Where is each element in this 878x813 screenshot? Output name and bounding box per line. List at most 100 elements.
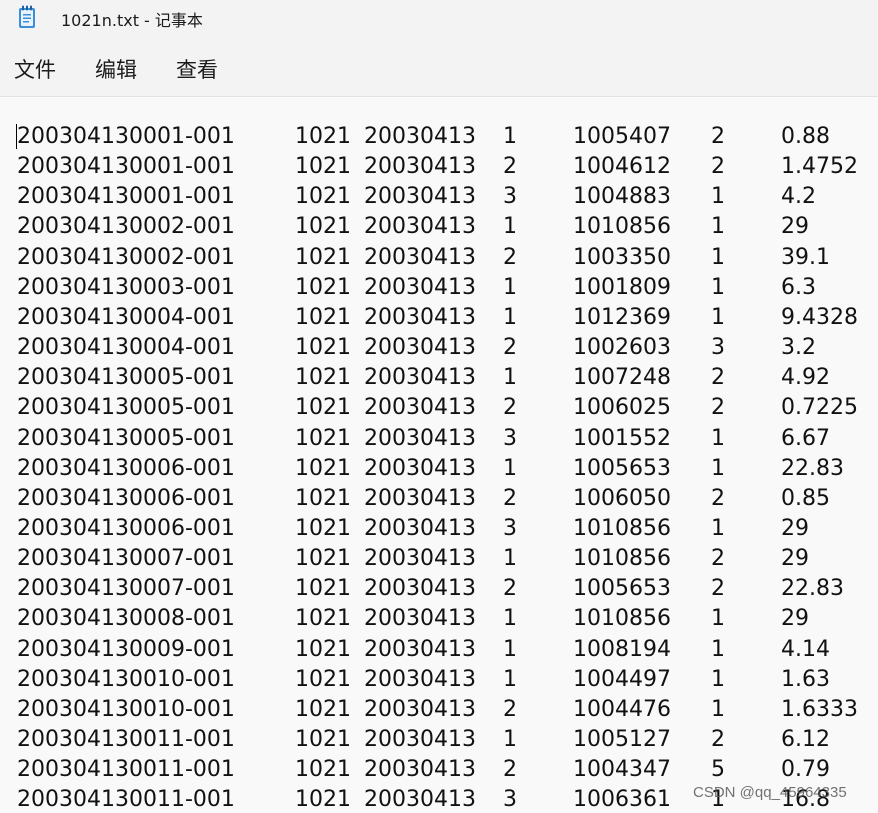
text-line: 200304130005-001 1021 20030413 1 1007248 2 4.9… — [0, 363, 878, 393]
text-field: 1010856 — [573, 606, 671, 632]
text-field: 200304130002-001 — [17, 244, 235, 270]
text-field: 3 — [503, 515, 517, 541]
text-field: 1 — [503, 455, 517, 481]
text-line: 200304130001-001 1021 20030413 2 1004612 2 1.4… — [0, 152, 878, 182]
text-field: 20030413 — [364, 787, 476, 813]
text-field: 20030413 — [364, 666, 476, 692]
text-field: 1021 — [295, 696, 351, 722]
text-field: 200304130002-001 — [17, 214, 235, 240]
text-field: 1 — [503, 214, 517, 240]
text-field: 1007248 — [573, 365, 671, 391]
text-field: 29 — [781, 546, 809, 572]
text-field: 1021 — [295, 124, 351, 149]
text-line: 200304130006-001 1021 20030413 2 1006050 2 0.8… — [0, 484, 878, 514]
text-field: 22.83 — [781, 455, 844, 481]
text-field: 1021 — [295, 304, 351, 330]
watermark: CSDN @qq_45964335 — [693, 784, 847, 801]
text-field: 20030413 — [364, 696, 476, 722]
text-field: 2 — [711, 727, 725, 752]
text-field: 3 — [711, 335, 725, 361]
text-field: 39.1 — [781, 244, 830, 270]
text-field: 1 — [711, 184, 725, 210]
text-field: 1012369 — [573, 304, 671, 330]
text-field: 2 — [711, 395, 725, 421]
text-line: 200304130009-001 1021 20030413 1 1008194 1 4.1… — [0, 635, 878, 665]
text-field: 1004476 — [573, 696, 671, 722]
menu-file[interactable]: 文件 — [14, 56, 56, 84]
text-field: 4.2 — [781, 184, 816, 210]
text-field: 20030413 — [364, 636, 476, 662]
text-field: 1021 — [295, 274, 351, 300]
text-field: 2 — [503, 244, 517, 270]
menu-edit[interactable]: 编辑 — [95, 56, 137, 84]
text-field: 1 — [503, 274, 517, 300]
text-field: 1021 — [295, 365, 351, 391]
text-line: 200304130006-001 1021 20030413 3 1010856 1 29 — [0, 514, 878, 544]
text-field: 200304130005-001 — [17, 425, 235, 451]
text-line: 200304130006-001 1021 20030413 1 1005653 1 22.… — [0, 454, 878, 484]
text-field: 9.4328 — [781, 304, 858, 330]
text-field: 20030413 — [364, 606, 476, 632]
text-field: 2 — [503, 576, 517, 602]
text-field: 3 — [503, 425, 517, 451]
text-field: 1 — [503, 304, 517, 330]
text-field: 1021 — [295, 515, 351, 541]
text-field: 1.6333 — [781, 696, 858, 722]
title-bar[interactable]: 1021n.txt - 记事本 — [0, 0, 878, 36]
text-line: 200304130007-001 1021 20030413 1 1010856 2 29 — [0, 544, 878, 574]
text-line: 200304130005-001 1021 20030413 2 1006025 2 0.7… — [0, 393, 878, 423]
text-field: 1005653 — [573, 576, 671, 602]
text-field: 1021 — [295, 576, 351, 602]
text-line: 200304130002-001 1021 20030413 2 1003350 1 39.… — [0, 243, 878, 273]
text-line: 200304130004-001 1021 20030413 1 1012369 1 9.4… — [0, 303, 878, 333]
text-line: 200304130011-001 1021 20030413 1 1005127 2 6.1… — [0, 725, 878, 755]
text-field: 1010856 — [573, 546, 671, 572]
text-line: 200304130010-001 1021 20030413 1 1004497 1 1.6… — [0, 665, 878, 695]
text-field: 1021 — [295, 636, 351, 662]
text-field: 200304130005-001 — [17, 365, 235, 391]
text-field: 1021 — [295, 757, 351, 783]
text-field: 200304130011-001 — [17, 727, 235, 752]
text-field: 20030413 — [364, 757, 476, 783]
text-field: 20030413 — [364, 395, 476, 421]
text-field: 200304130006-001 — [17, 485, 235, 511]
text-field: 200304130005-001 — [17, 395, 235, 421]
text-field: 5 — [711, 757, 725, 783]
text-field: 1021 — [295, 244, 351, 270]
text-field: 6.12 — [781, 727, 830, 752]
text-field: 200304130007-001 — [17, 546, 235, 572]
text-field: 3 — [503, 184, 517, 210]
text-field: 1003350 — [573, 244, 671, 270]
text-field: 2 — [503, 696, 517, 722]
text-field: 3.2 — [781, 335, 816, 361]
text-field: 1021 — [295, 787, 351, 813]
text-field: 29 — [781, 515, 809, 541]
text-field: 1010856 — [573, 214, 671, 240]
text-field: 1021 — [295, 395, 351, 421]
text-field: 2 — [711, 546, 725, 572]
text-field: 20030413 — [364, 184, 476, 210]
text-field: 1021 — [295, 154, 351, 180]
text-field: 20030413 — [364, 485, 476, 511]
text-field: 20030413 — [364, 214, 476, 240]
text-line: 200304130005-001 1021 20030413 3 1001552 1 6.6… — [0, 424, 878, 454]
menu-view[interactable]: 查看 — [176, 56, 218, 84]
text-field: 1 — [503, 124, 517, 149]
text-editor[interactable]: 200304130001-001 1021 20030413 1 1005407 2 0.8… — [0, 97, 878, 813]
text-line: 200304130004-001 1021 20030413 2 1002603 3 3.2 — [0, 333, 878, 363]
text-field: 2 — [711, 154, 725, 180]
text-field: 1021 — [295, 727, 351, 752]
text-field: 1021 — [295, 666, 351, 692]
text-field: 200304130011-001 — [17, 757, 235, 783]
text-field: 20030413 — [364, 365, 476, 391]
text-field: 1 — [711, 696, 725, 722]
text-field: 1005407 — [573, 124, 671, 149]
text-field: 2 — [503, 485, 517, 511]
text-field: 20030413 — [364, 304, 476, 330]
text-field: 200304130004-001 — [17, 304, 235, 330]
text-field: 1005653 — [573, 455, 671, 481]
text-line: 200304130011-001 1021 20030413 2 1004347 5 0.7… — [0, 755, 878, 785]
text-field: 2 — [503, 335, 517, 361]
text-field: 2 — [503, 757, 517, 783]
text-field: 1 — [503, 606, 517, 632]
